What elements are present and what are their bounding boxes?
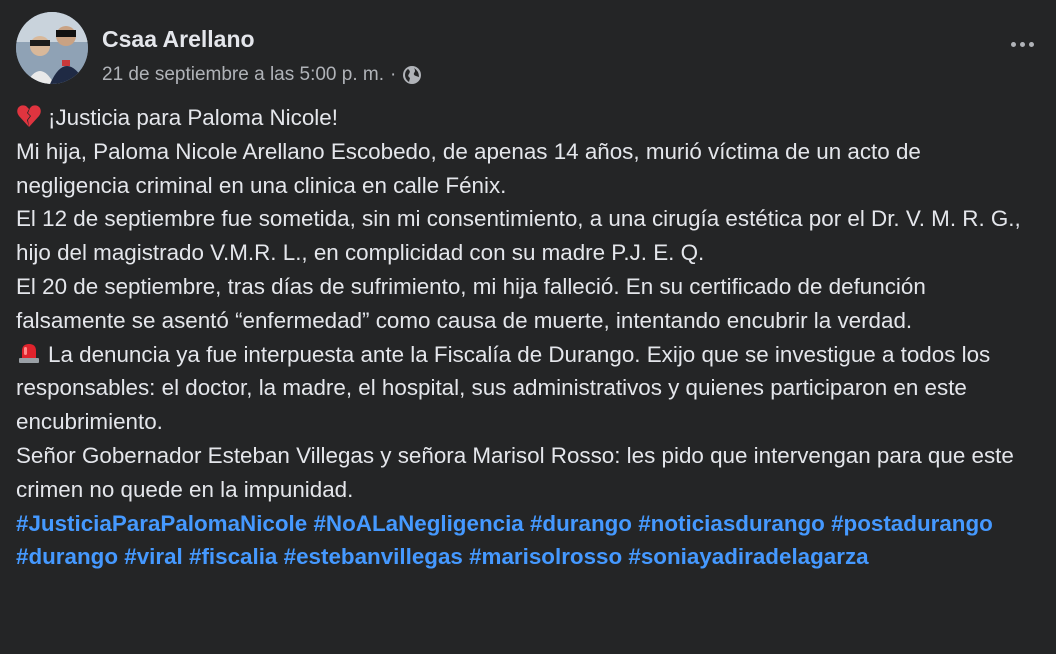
globe-icon[interactable] [402, 65, 422, 85]
avatar-photo [16, 12, 88, 84]
paragraph-2: El 12 de septiembre fue sometida, sin mi… [16, 206, 1021, 266]
hashtag-link[interactable]: #marisolrosso [469, 544, 622, 569]
post-timestamp[interactable]: 21 de septiembre a las 5:00 p. m. [102, 64, 384, 86]
paragraph-4: La denuncia ya fue interpuesta ante la F… [16, 341, 991, 435]
post-body: ¡Justicia para Paloma Nicole! Mi hija, P… [16, 101, 1040, 574]
paragraph-5: Señor Gobernador Esteban Villegas y seño… [16, 442, 1014, 502]
post-title: ¡Justicia para Paloma Nicole! [48, 105, 338, 130]
paragraph-3: El 20 de septiembre, tras días de sufrim… [16, 273, 926, 333]
hashtag-link[interactable]: #JusticiaParaPalomaNicole [16, 511, 307, 536]
broken-heart-icon [16, 103, 42, 129]
siren-icon [16, 340, 42, 366]
facebook-post: Csaa Arellano 21 de septiembre a las 5:0… [0, 0, 1056, 654]
hashtag-link[interactable]: #durango [16, 544, 118, 569]
author-name[interactable]: Csaa Arellano [102, 26, 255, 53]
hashtag-link[interactable]: #postadurango [831, 511, 993, 536]
avatar[interactable] [16, 12, 88, 84]
hashtag-link[interactable]: #durango [530, 511, 632, 536]
hashtag-list: #JusticiaParaPalomaNicole #NoALaNegligen… [16, 507, 1040, 575]
hashtag-link[interactable]: #fiscalia [189, 544, 277, 569]
hashtag-link[interactable]: #viral [124, 544, 183, 569]
hashtag-link[interactable]: #soniayadiradelagarza [628, 544, 868, 569]
meta-separator: · [390, 64, 397, 85]
post-title-line: ¡Justicia para Paloma Nicole! [16, 101, 1040, 135]
more-options-icon[interactable] [1004, 32, 1040, 56]
post-header: Csaa Arellano 21 de septiembre a las 5:0… [16, 12, 1040, 86]
post-meta: 21 de septiembre a las 5:00 p. m. · [102, 64, 422, 86]
hashtag-link[interactable]: #noticiasdurango [638, 511, 825, 536]
hashtag-link[interactable]: #NoALaNegligencia [313, 511, 523, 536]
paragraph-1: Mi hija, Paloma Nicole Arellano Escobedo… [16, 138, 921, 198]
paragraph-4-line: La denuncia ya fue interpuesta ante la F… [16, 338, 1040, 439]
hashtag-link[interactable]: #estebanvillegas [284, 544, 463, 569]
